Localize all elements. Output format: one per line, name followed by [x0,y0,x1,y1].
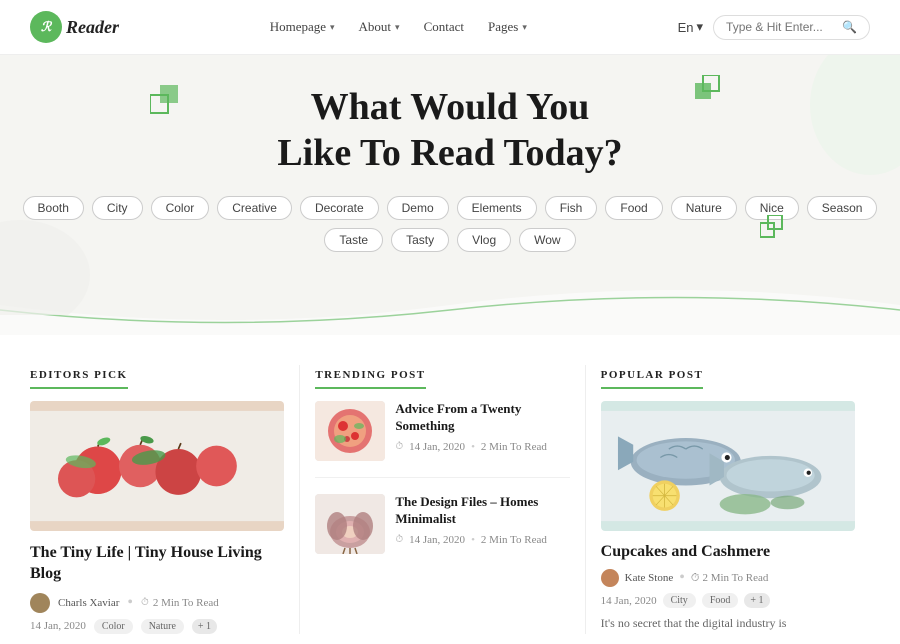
tag-elements[interactable]: Elements [457,196,537,220]
nav-contact[interactable]: Contact [424,19,464,35]
tag-tasty[interactable]: Tasty [391,228,449,252]
author-avatar [30,593,50,613]
navbar: ℛ Reader Homepage ▾ About ▾ Contact Page… [0,0,900,55]
logo-icon: ℛ [30,11,62,43]
content-section: EDITORS PICK [0,335,900,644]
trending-article-title-2: The Design Files – Homes Minimalist [395,494,569,528]
trending-info-1: Advice From a Twenty Something ⏱ 14 Jan,… [395,401,569,461]
tag-fish[interactable]: Fish [545,196,598,220]
editors-pick-title: EDITORS PICK [30,369,128,389]
tag-creative[interactable]: Creative [217,196,292,220]
language-selector[interactable]: En ▾ [678,19,703,35]
trending-thumb-1 [315,401,385,461]
tag-taste[interactable]: Taste [324,228,383,252]
nav-right: En ▾ 🔍 [678,15,870,40]
search-icon: 🔍 [842,20,857,35]
search-box[interactable]: 🔍 [713,15,870,40]
search-input[interactable] [726,20,836,34]
popular-article-meta: 14 Jan, 2020 City Food + 1 [601,593,855,608]
author-name: Charls Xaviar [58,597,119,609]
clock-icon: ⏱ [395,534,403,545]
popular-post-image [601,401,855,531]
hero-section: What Would You Like To Read Today? Booth… [0,55,900,335]
tag-nature[interactable]: Nature [141,619,184,634]
trending-item-1: Advice From a Twenty Something ⏱ 14 Jan,… [315,401,569,478]
editors-article-title: The Tiny Life | Tiny House Living Blog [30,543,284,585]
tag-vlog[interactable]: Vlog [457,228,511,252]
nav-about[interactable]: About ▾ [359,19,400,35]
logo[interactable]: ℛ Reader [30,11,119,43]
read-time: ⏱ 2 Min To Read [141,597,219,609]
article-meta: 14 Jan, 2020 Color Nature + 1 [30,619,284,634]
popular-post-title: POPULAR POST [601,369,704,389]
logo-text: Reader [66,17,119,38]
popular-post-column: POPULAR POST [586,365,870,634]
nav-pages[interactable]: Pages ▾ [488,19,527,35]
trending-post-column: TRENDING POST Advice From a Twenty Somet… [300,365,584,634]
trending-item-2: The Design Files – Homes Minimalist ⏱ 14… [315,494,569,570]
clock-icon: ⏱ [141,597,149,608]
tag-wow[interactable]: Wow [519,228,575,252]
blob-decoration [700,55,900,235]
editors-pick-column: EDITORS PICK [30,365,299,634]
chevron-down-icon: ▾ [395,22,400,33]
chevron-down-icon: ▾ [522,22,527,33]
tag-color[interactable]: Color [94,619,133,634]
more-tags[interactable]: + 1 [744,593,769,608]
author-info: Charls Xaviar • ⏱ 2 Min To Read [30,593,284,613]
tag-city[interactable]: City [663,593,696,608]
trending-info-2: The Design Files – Homes Minimalist ⏱ 14… [395,494,569,554]
popular-read-time: ⏱ 2 Min To Read [691,572,769,585]
popular-author-info: Kate Stone • ⏱ 2 Min To Read [601,569,855,587]
trending-thumb-2 [315,494,385,554]
decorative-squares-left [150,85,190,130]
clock-icon: ⏱ [395,441,403,452]
tag-decorate[interactable]: Decorate [300,196,379,220]
nav-links: Homepage ▾ About ▾ Contact Pages ▾ [270,19,527,35]
tag-food[interactable]: Food [702,593,739,608]
tag-demo[interactable]: Demo [387,196,449,220]
popular-author-avatar [601,569,619,587]
trending-meta-2: ⏱ 14 Jan, 2020 • 2 Min To Read [395,534,569,546]
chevron-down-icon: ▾ [330,22,335,33]
tag-food[interactable]: Food [605,196,662,220]
nav-homepage[interactable]: Homepage ▾ [270,19,335,35]
popular-article-desc: It's no secret that the digital industry… [601,614,855,632]
editors-pick-image [30,401,284,531]
blob-decoration-left [0,195,180,315]
trending-article-title-1: Advice From a Twenty Something [395,401,569,435]
popular-article-title: Cupcakes and Cashmere [601,543,855,561]
clock-icon: ⏱ [691,572,700,585]
popular-author-name: Kate Stone [625,572,674,584]
trending-post-title: TRENDING POST [315,369,425,389]
chevron-down-icon: ▾ [697,19,704,35]
more-tags[interactable]: + 1 [192,619,217,634]
trending-meta-1: ⏱ 14 Jan, 2020 • 2 Min To Read [395,441,569,453]
